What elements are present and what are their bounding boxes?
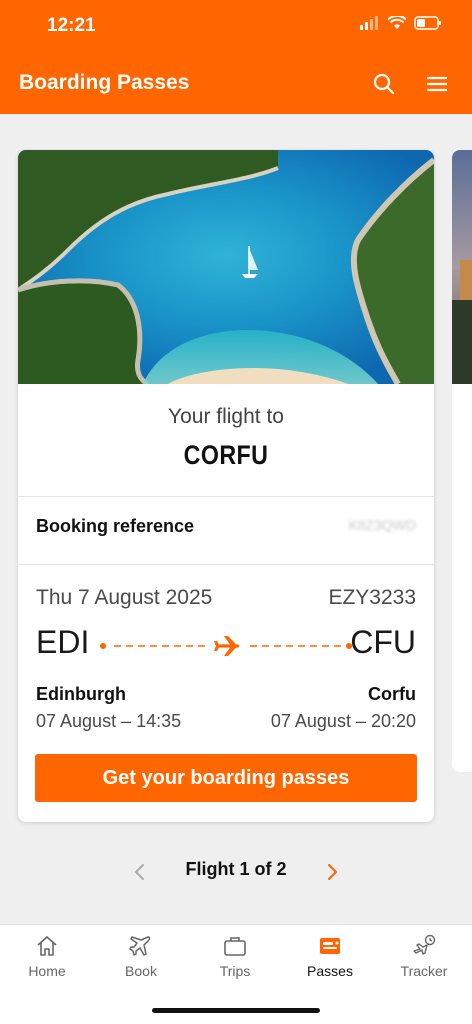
next-flight-photo xyxy=(452,150,472,384)
tab-label: Book xyxy=(125,963,157,979)
pager-label: Flight 1 of 2 xyxy=(185,859,287,879)
flight-pager: Flight 1 of 2 xyxy=(0,852,472,892)
destination-name: CORFU xyxy=(183,440,269,470)
search-icon xyxy=(373,73,395,95)
arrival-time: 07 August – 20:20 xyxy=(270,711,416,731)
search-button[interactable] xyxy=(370,70,398,98)
tab-passes[interactable]: Passes xyxy=(283,933,377,989)
tab-label: Passes xyxy=(307,963,353,979)
next-flight-card-peek[interactable] xyxy=(452,150,472,772)
booking-reference-label: Booking reference xyxy=(36,516,195,536)
airplane-icon xyxy=(214,636,240,656)
destination-city: Corfu xyxy=(368,684,416,704)
get-boarding-passes-button[interactable]: Get your boarding passes xyxy=(35,754,417,802)
destination-photo xyxy=(18,150,434,384)
your-flight-to-label: Your flight to xyxy=(168,405,284,428)
briefcase-icon xyxy=(224,937,246,956)
wifi-icon xyxy=(388,16,406,29)
signal-icon xyxy=(360,16,378,30)
status-time: 12:21 xyxy=(47,15,96,36)
departure-time: 07 August – 14:35 xyxy=(36,711,182,731)
divider xyxy=(18,564,434,565)
menu-button[interactable] xyxy=(423,70,451,98)
flight-date: Thu 7 August 2025 xyxy=(36,586,213,609)
battery-icon xyxy=(414,16,441,30)
hamburger-menu-icon xyxy=(426,76,448,92)
booking-reference-value: K8Z3QWD xyxy=(348,517,416,533)
origin-code: EDI xyxy=(36,624,90,660)
chevron-right-icon[interactable] xyxy=(322,860,342,884)
tracker-icon xyxy=(413,934,436,955)
tab-book[interactable]: Book xyxy=(94,933,188,989)
tab-label: Trips xyxy=(219,963,251,979)
divider xyxy=(18,496,434,497)
home-icon xyxy=(37,936,57,956)
tab-label: Tracker xyxy=(400,963,448,979)
origin-city: Edinburgh xyxy=(36,684,126,704)
ticket-icon xyxy=(320,938,340,954)
tab-label: Home xyxy=(28,963,66,979)
plane-icon xyxy=(129,936,151,956)
flight-card: Your flight to CORFU Booking reference K… xyxy=(18,150,434,822)
app-header: 12:21 Boarding Passes xyxy=(0,0,472,114)
status-icons xyxy=(360,16,442,30)
tab-trips[interactable]: Trips xyxy=(188,933,282,989)
tab-home[interactable]: Home xyxy=(0,933,94,989)
destination-code: CFU xyxy=(350,624,416,660)
tab-tracker[interactable]: Tracker xyxy=(377,933,471,989)
route-line xyxy=(100,636,352,656)
page-title: Boarding Passes xyxy=(19,71,190,94)
flight-number: EZY3233 xyxy=(328,586,416,609)
home-indicator[interactable] xyxy=(152,1008,320,1013)
